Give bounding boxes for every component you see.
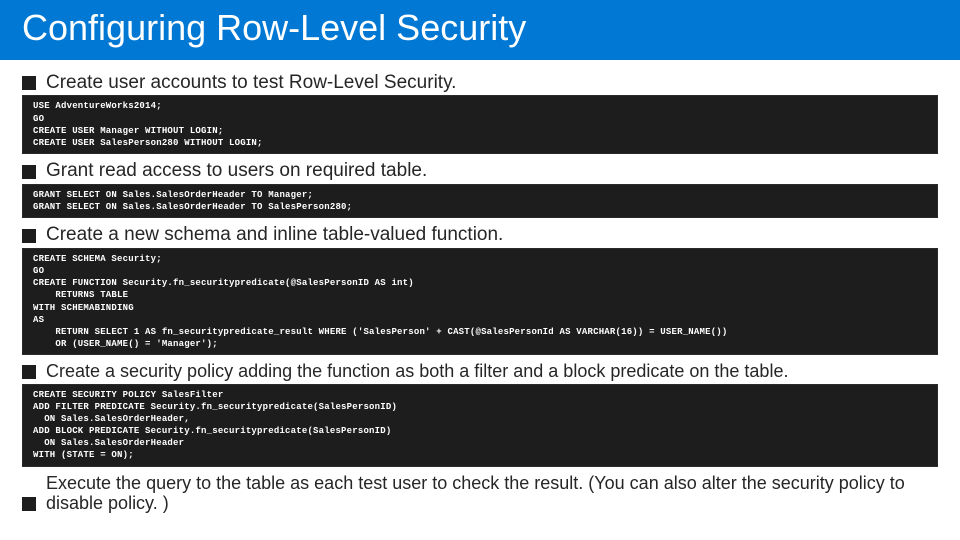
section-step-2: Grant read access to users on required t… [22,160,938,182]
section-step-4: Create a security policy adding the func… [22,361,938,382]
bullet-icon [22,365,36,379]
bullet-icon [22,229,36,243]
section-step-1: Create user accounts to test Row-Level S… [22,72,938,94]
section-label: Create user accounts to test Row-Level S… [46,72,456,94]
slide-content: Create user accounts to test Row-Level S… [0,60,960,514]
section-step-5: Execute the query to the table as each t… [22,473,938,514]
title-text: Configuring Row-Level Security [22,7,526,48]
code-block-3: CREATE SCHEMA Security; GO CREATE FUNCTI… [22,248,938,355]
section-label: Grant read access to users on required t… [46,160,427,182]
section-label: Create a security policy adding the func… [46,361,788,382]
code-block-1: USE AdventureWorks2014; GO CREATE USER M… [22,95,938,154]
section-label: Execute the query to the table as each t… [46,473,938,514]
section-label: Create a new schema and inline table-val… [46,224,503,246]
bullet-icon [22,76,36,90]
section-step-3: Create a new schema and inline table-val… [22,224,938,246]
bullet-icon [22,165,36,179]
code-block-4: CREATE SECURITY POLICY SalesFilter ADD F… [22,384,938,467]
bullet-icon [22,497,36,511]
code-block-2: GRANT SELECT ON Sales.SalesOrderHeader T… [22,184,938,218]
slide-title: Configuring Row-Level Security [0,0,960,60]
